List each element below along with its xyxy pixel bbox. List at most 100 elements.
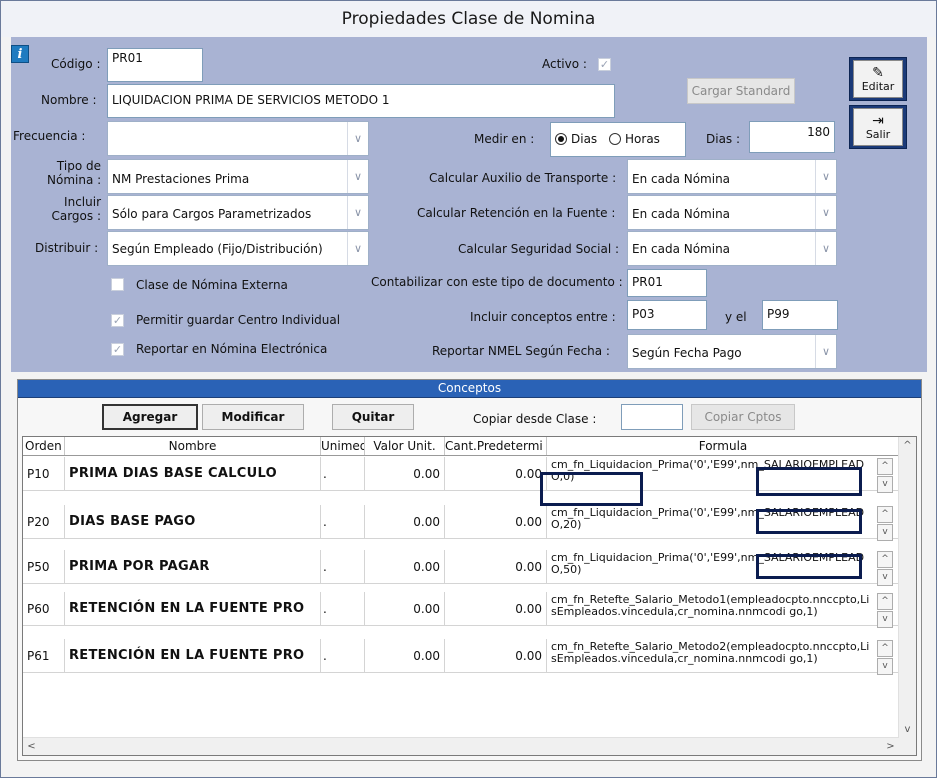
- table-row[interactable]: P61 RETENCIÓN EN LA FUENTE PRO. 0.00 0.00 cm…: [23, 639, 899, 675]
- copiar-clase-input[interactable]: [621, 404, 683, 430]
- scroll-left-icon[interactable]: <: [23, 738, 40, 755]
- col-unimed[interactable]: Unimed: [321, 437, 365, 455]
- table-row[interactable]: P50 PRIMA POR PAGAR. 0.00 0.00 cm_fn_Liquida…: [23, 550, 899, 586]
- chevron-down-icon[interactable]: v: [877, 658, 893, 675]
- tipo-nomina-label: Tipo de Nómina :: [47, 159, 101, 187]
- nombre-input[interactable]: LIQUIDACION PRIMA DE SERVICIOS METODO 1: [107, 84, 615, 118]
- cell-formula[interactable]: cm_fn_Retefte_Salario_Metodo1(empleadocp…: [547, 592, 875, 625]
- col-valor[interactable]: Valor Unit.: [365, 437, 445, 455]
- seguridad-select[interactable]: En cada Nómina ∨: [627, 231, 837, 266]
- auxilio-select[interactable]: En cada Nómina ∨: [627, 159, 837, 194]
- retencion-select[interactable]: En cada Nómina ∨: [627, 195, 837, 230]
- medir-group: Dias Horas: [550, 122, 686, 157]
- formula-spinner[interactable]: ^ v: [877, 506, 893, 541]
- seguridad-label: Calcular Seguridad Social :: [458, 242, 620, 256]
- medir-horas-radio[interactable]: Horas: [609, 132, 660, 146]
- chevron-up-icon[interactable]: ^: [877, 640, 893, 657]
- cell-valor: 0.00: [365, 639, 445, 672]
- chevron-down-icon[interactable]: v: [877, 611, 893, 628]
- tipo-nomina-value: NM Prestaciones Prima: [112, 172, 250, 186]
- frecuencia-select[interactable]: ∨: [107, 121, 369, 156]
- table-row[interactable]: P10 PRIMA DIAS BASE CALCULO. 0.00 0.00 cm_fn…: [23, 457, 899, 493]
- reportar-nomina-label: Reportar en Nómina Electrónica: [136, 342, 328, 356]
- reportar-nomina-checkbox[interactable]: ✓: [111, 343, 124, 356]
- chevron-down-icon: ∨: [347, 196, 368, 229]
- cell-unimed: .: [321, 639, 365, 672]
- horizontal-scrollbar[interactable]: < >: [23, 737, 899, 755]
- cell-formula[interactable]: cm_fn_Liquidacion_Prima('0','E99',nm_SAL…: [547, 550, 875, 583]
- tipo-label-line1: Tipo de: [56, 159, 101, 173]
- cell-formula[interactable]: cm_fn_Liquidacion_Prima('0','E99',nm_SAL…: [547, 457, 875, 490]
- editar-button[interactable]: ✎ Editar: [849, 57, 907, 101]
- vertical-scrollbar[interactable]: ^ v: [898, 437, 916, 755]
- formula-spinner[interactable]: ^ v: [877, 640, 893, 675]
- incluir-conceptos-label: Incluir conceptos entre :: [470, 310, 616, 324]
- chevron-down-icon: ∨: [347, 232, 368, 265]
- reportar-nmel-select[interactable]: Según Fecha Pago ∨: [627, 334, 837, 369]
- table-row[interactable]: P60 RETENCIÓN EN LA FUENTE PRO. 0.00 0.00 cm…: [23, 592, 899, 628]
- conceptos-panel: Conceptos Agregar Modificar Quitar Copia…: [17, 379, 922, 761]
- chevron-down-icon: ∨: [347, 160, 368, 193]
- cell-formula[interactable]: cm_fn_Retefte_Salario_Metodo2(empleadocp…: [547, 639, 875, 672]
- formula-spinner[interactable]: ^ v: [877, 458, 893, 493]
- chevron-up-icon[interactable]: ^: [877, 506, 893, 523]
- contabilizar-label: Contabilizar con este tipo de documento …: [371, 275, 623, 289]
- conceptos-title: Conceptos: [18, 380, 921, 398]
- modificar-button[interactable]: Modificar: [202, 404, 304, 430]
- auxilio-value: En cada Nómina: [632, 172, 731, 186]
- cargar-standard-button[interactable]: Cargar Standard: [687, 78, 795, 104]
- activo-checkbox[interactable]: ✓: [598, 58, 611, 71]
- contabilizar-input[interactable]: PR01: [627, 269, 707, 297]
- chevron-up-icon[interactable]: ^: [877, 551, 893, 568]
- incluir-label-line2: Cargos :: [51, 209, 101, 223]
- chevron-down-icon[interactable]: v: [877, 524, 893, 541]
- copiar-cptos-button[interactable]: Copiar Cptos: [691, 404, 795, 430]
- cell-orden: P61: [23, 639, 65, 672]
- cell-nombre: PRIMA DIAS BASE CALCULO: [65, 457, 321, 490]
- cell-orden: P20: [23, 505, 65, 538]
- scroll-up-icon[interactable]: ^: [899, 437, 916, 454]
- cell-orden: P50: [23, 550, 65, 583]
- col-nombre[interactable]: Nombre: [65, 437, 321, 455]
- cell-nombre: RETENCIÓN EN LA FUENTE PRO: [65, 639, 321, 672]
- info-icon[interactable]: i: [11, 45, 29, 63]
- conceptos-hasta-input[interactable]: P99: [762, 300, 838, 330]
- cell-orden: P60: [23, 592, 65, 625]
- medir-dias-radio[interactable]: Dias: [555, 132, 597, 146]
- tipo-nomina-select[interactable]: NM Prestaciones Prima ∨: [107, 159, 369, 194]
- cell-formula[interactable]: cm_fn_Liquidacion_Prima('0','E99',nm_SAL…: [547, 505, 875, 538]
- incluir-cargos-select[interactable]: Sólo para Cargos Parametrizados ∨: [107, 195, 369, 230]
- salir-button[interactable]: ⇥ Salir: [849, 105, 907, 149]
- table-row[interactable]: P20 DIAS BASE PAGO. 0.00 0.00 cm_fn_Liquidac…: [23, 505, 899, 541]
- conceptos-desde-input[interactable]: P03: [627, 300, 707, 330]
- chevron-up-icon[interactable]: ^: [877, 593, 893, 610]
- distribuir-select[interactable]: Según Empleado (Fijo/Distribución) ∨: [107, 231, 369, 266]
- chevron-down-icon[interactable]: v: [877, 569, 893, 586]
- agregar-button[interactable]: Agregar: [102, 404, 198, 430]
- cell-cant: 0.00: [445, 592, 547, 625]
- col-formula[interactable]: Formula: [547, 437, 899, 455]
- dias-input[interactable]: 180: [749, 121, 835, 153]
- col-orden[interactable]: Orden: [23, 437, 65, 455]
- cell-cant: 0.00: [445, 550, 547, 583]
- clase-externa-checkbox[interactable]: [111, 278, 124, 291]
- chevron-down-icon: ∨: [815, 335, 836, 368]
- formula-spinner[interactable]: ^ v: [877, 593, 893, 628]
- scroll-down-icon[interactable]: v: [899, 721, 916, 738]
- salir-label: Salir: [865, 127, 891, 141]
- cell-cant: 0.00: [445, 639, 547, 672]
- permitir-checkbox[interactable]: ✓: [111, 314, 124, 327]
- clase-externa-label: Clase de Nómina Externa: [136, 278, 288, 292]
- chevron-down-icon[interactable]: v: [877, 476, 893, 493]
- codigo-input[interactable]: PR01: [107, 48, 203, 82]
- chevron-down-icon: ∨: [815, 232, 836, 265]
- reportar-nmel-value: Según Fecha Pago: [632, 346, 742, 360]
- chevron-up-icon[interactable]: ^: [877, 458, 893, 475]
- scroll-right-icon[interactable]: >: [882, 738, 899, 755]
- window-title: Propiedades Clase de Nomina: [1, 1, 936, 37]
- col-cant[interactable]: Cant.Predetermi: [445, 437, 547, 455]
- quitar-button[interactable]: Quitar: [332, 404, 414, 430]
- formula-spinner[interactable]: ^ v: [877, 551, 893, 586]
- cell-valor: 0.00: [365, 505, 445, 538]
- retencion-label: Calcular Retención en la Fuente :: [417, 206, 616, 220]
